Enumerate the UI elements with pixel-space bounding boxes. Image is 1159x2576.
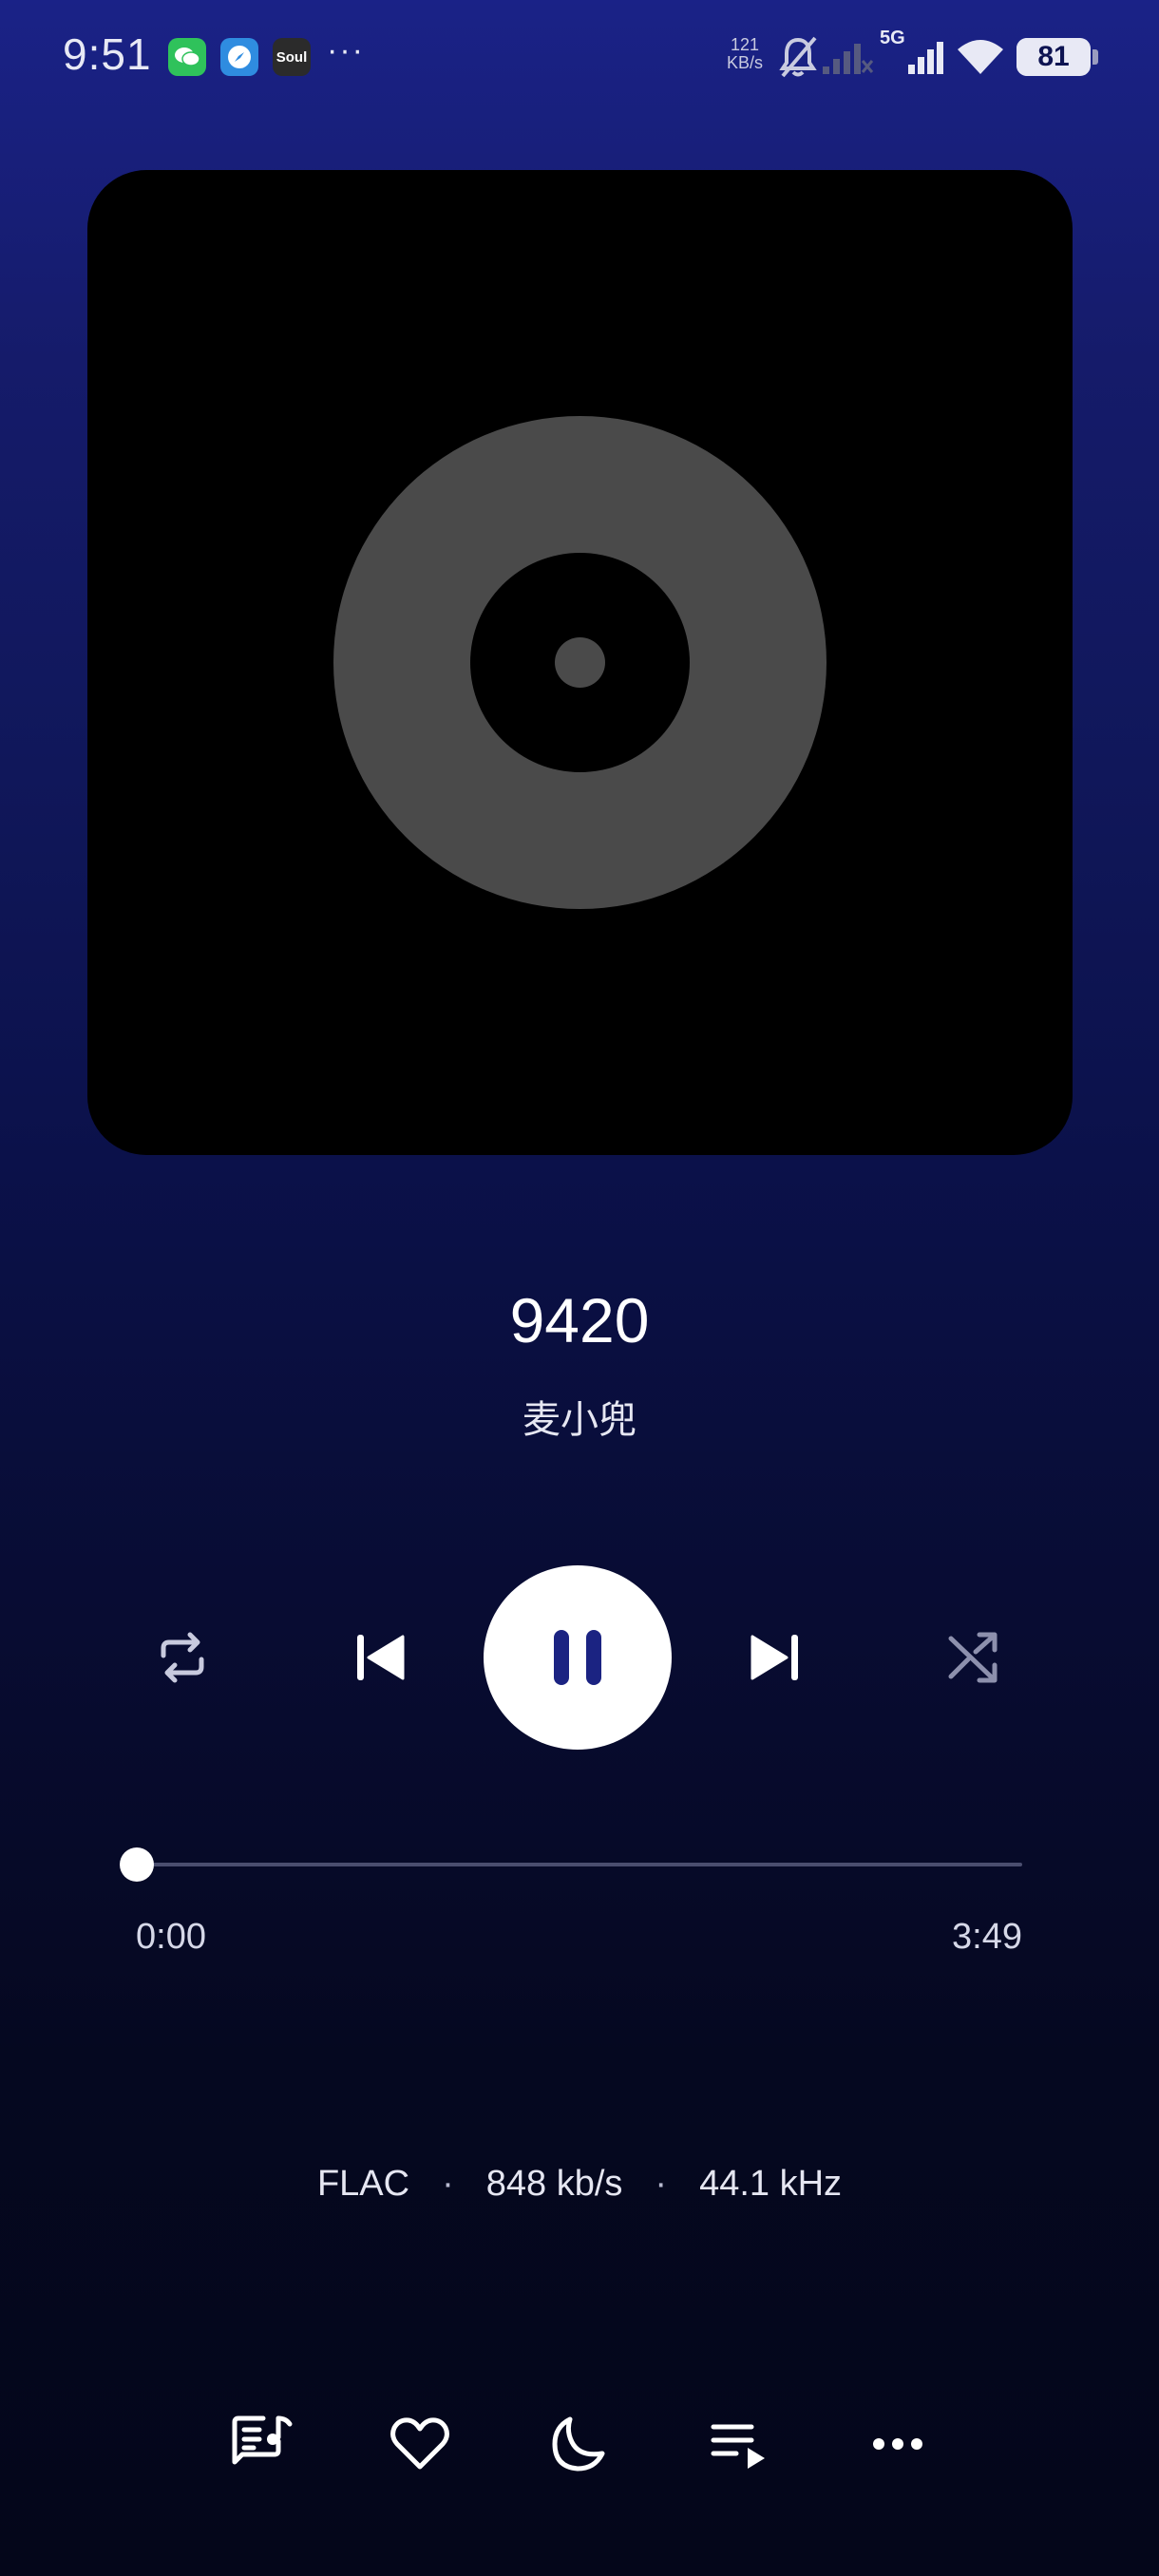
- battery-cap: [1092, 49, 1098, 65]
- network-speed: 121 KB/s: [722, 36, 768, 72]
- track-title: 9420: [509, 1285, 650, 1355]
- pause-icon: [554, 1630, 601, 1685]
- status-bar: 9:51 Soul ··· 121 KB/s 5G 81: [0, 0, 1159, 112]
- audio-bitrate: 848 kb/s: [485, 2164, 623, 2204]
- mute-bell-icon: [777, 34, 819, 85]
- audio-separator: ·: [655, 2164, 668, 2204]
- current-time: 0:00: [136, 1917, 206, 1957]
- status-more-icon: ···: [327, 32, 365, 68]
- audio-format: FLAC: [316, 2164, 410, 2204]
- browser-icon: [220, 38, 258, 76]
- more-icon: [873, 2438, 922, 2450]
- queue-icon: [711, 2424, 765, 2469]
- lyrics-icon: [232, 2415, 293, 2465]
- progress-bar[interactable]: [136, 1863, 1022, 1866]
- next-button[interactable]: [737, 1624, 813, 1691]
- queue-button[interactable]: [701, 2409, 777, 2479]
- signal-5g-icon: 5G: [880, 28, 943, 74]
- previous-button[interactable]: [342, 1624, 418, 1691]
- status-time: 9:51: [63, 29, 152, 79]
- skip-next-icon: [750, 1635, 798, 1680]
- album-artwork: [87, 170, 1073, 1155]
- track-artist[interactable]: 麦小兜: [0, 1389, 1159, 1444]
- repeat-icon: [161, 1632, 204, 1683]
- favorite-button[interactable]: [382, 2409, 458, 2479]
- battery-level-text: 81: [1037, 41, 1070, 72]
- moon-icon: [552, 2416, 605, 2472]
- audio-separator: ·: [442, 2164, 454, 2204]
- battery-body: 81: [1016, 38, 1091, 76]
- lyrics-button[interactable]: [224, 2409, 300, 2479]
- more-options-button[interactable]: [860, 2409, 936, 2479]
- sleep-timer-button[interactable]: [540, 2409, 616, 2479]
- total-time: 3:49: [952, 1917, 1022, 1957]
- heart-icon: [390, 2417, 449, 2470]
- repeat-button[interactable]: [144, 1624, 220, 1691]
- play-pause-button[interactable]: [484, 1565, 672, 1750]
- network-speed-value: 121: [730, 35, 760, 54]
- audio-sample-rate: 44.1 kHz: [699, 2164, 843, 2204]
- audio-quality-info: FLAC · 848 kb/s · 44.1 kHz: [0, 2164, 1159, 2205]
- shuffle-icon: [948, 1632, 998, 1683]
- wechat-icon: [168, 38, 206, 76]
- signal-weak-icon: [821, 38, 874, 81]
- battery-indicator: 81: [1016, 38, 1098, 76]
- soul-icon: Soul: [273, 38, 311, 76]
- wifi-icon: [956, 36, 1005, 81]
- shuffle-button[interactable]: [936, 1624, 1012, 1691]
- vinyl-disc-hole: [555, 637, 605, 688]
- skip-previous-icon: [357, 1635, 405, 1680]
- progress-thumb[interactable]: [120, 1847, 154, 1882]
- network-speed-unit: KB/s: [726, 53, 763, 72]
